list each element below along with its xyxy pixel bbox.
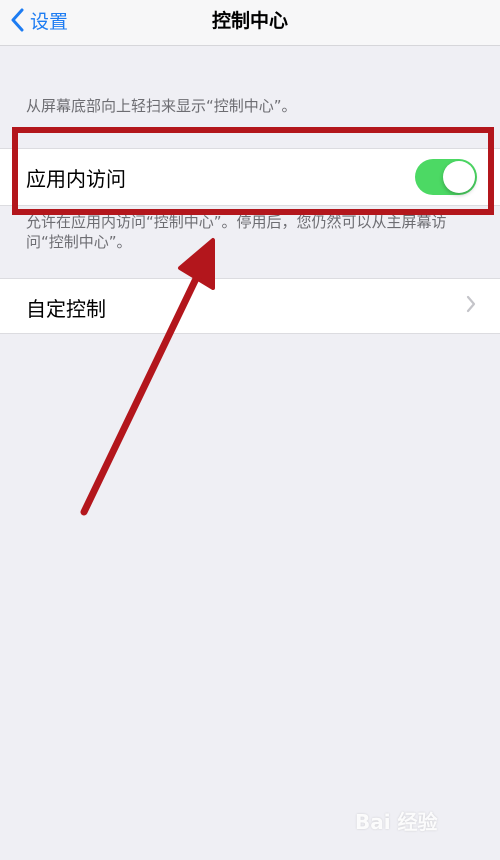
- chevron-right-icon: [466, 295, 476, 317]
- watermark-text: Bai 经验: [355, 810, 438, 834]
- section-description: 从屏幕底部向上轻扫来显示“控制中心”。: [26, 97, 297, 115]
- customize-controls-row[interactable]: 自定控制: [0, 278, 500, 334]
- navigation-bar: 设置 控制中心: [0, 0, 500, 46]
- page-title: 控制中心: [211, 10, 288, 32]
- customize-controls-label: 自定控制: [26, 297, 106, 321]
- annotation-highlight-box: [12, 127, 494, 215]
- section-footnote: 允许在应用内访问“控制中心”。停用后，您仍然可以从主屏幕访问“控制中心”。: [26, 213, 447, 251]
